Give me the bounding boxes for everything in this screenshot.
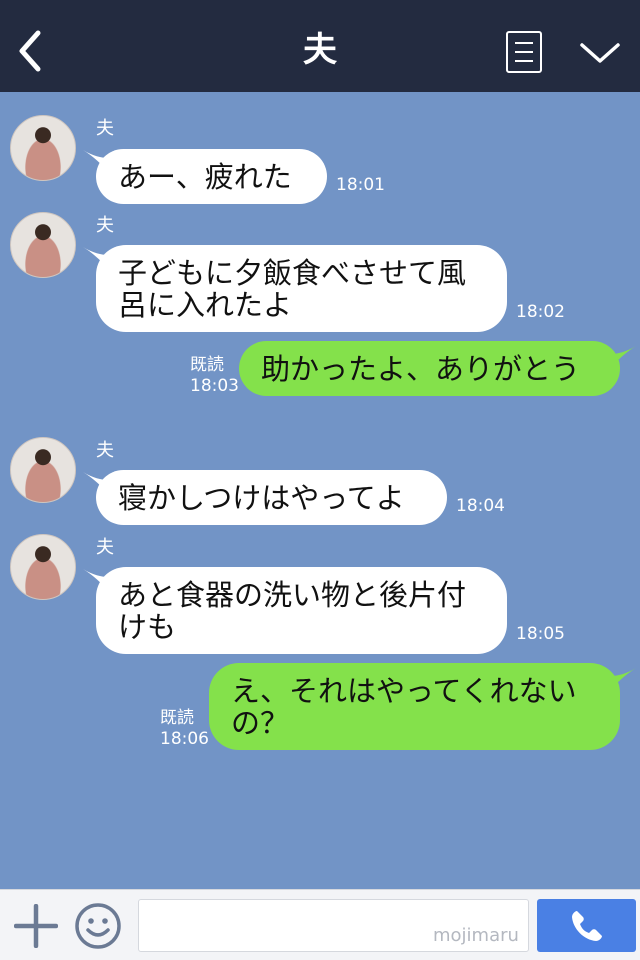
- sender-name: 夫: [96, 215, 114, 236]
- sender-name: 夫: [96, 440, 114, 461]
- message-bubble: 子どもに夕飯食べさせて風 呂に入れたよ: [96, 245, 507, 332]
- read-receipt: 既読 18:06: [160, 708, 209, 750]
- message-bubble: 寝かしつけはやってよ: [96, 470, 447, 525]
- message-text: え、それはやってくれない の？: [231, 673, 577, 740]
- attach-button[interactable]: [13, 903, 59, 949]
- message-bubble: あー、疲れた: [96, 149, 327, 204]
- watermark: mojimaru: [433, 925, 519, 946]
- sender-name: 夫: [96, 118, 114, 139]
- message-text: あと食器の洗い物と後片付 けも: [118, 577, 467, 644]
- message-time: 18:04: [456, 496, 505, 516]
- avatar[interactable]: [10, 437, 76, 503]
- chevron-down-icon: [580, 43, 620, 63]
- read-label: 既読: [160, 708, 194, 728]
- message-text: 子どもに夕飯食べさせて風 呂に入れたよ: [118, 255, 467, 322]
- call-button[interactable]: [537, 899, 636, 952]
- sticker-button[interactable]: [74, 902, 122, 950]
- chat-header: 夫: [0, 0, 640, 92]
- menu-button[interactable]: [506, 31, 542, 73]
- avatar[interactable]: [10, 115, 76, 181]
- collapse-button[interactable]: [578, 36, 622, 70]
- read-label: 既読: [190, 355, 224, 375]
- read-receipt: 既読 18:03: [190, 355, 239, 397]
- message-bubble: え、それはやってくれない の？: [209, 663, 620, 750]
- message-text: 助かったよ、ありがとう: [261, 351, 581, 386]
- message-text: あー、疲れた: [118, 159, 292, 194]
- message-bubble: 助かったよ、ありがとう: [239, 341, 620, 396]
- message-time: 18:03: [190, 376, 239, 396]
- avatar[interactable]: [10, 212, 76, 278]
- menu-list-icon: [515, 42, 533, 44]
- input-bar: [0, 889, 640, 960]
- message-text: 寝かしつけはやってよ: [118, 480, 405, 515]
- message-time: 18:05: [516, 624, 565, 644]
- sender-name: 夫: [96, 537, 114, 558]
- message-bubble: あと食器の洗い物と後片付 けも: [96, 567, 507, 654]
- avatar[interactable]: [10, 534, 76, 600]
- message-time: 18:01: [336, 175, 385, 195]
- smiley-face-icon: [75, 903, 121, 949]
- message-time: 18:06: [160, 729, 209, 749]
- phone-icon: [571, 910, 602, 941]
- plus-icon: [13, 903, 59, 949]
- message-time: 18:02: [516, 302, 565, 322]
- chat-title: 夫: [303, 30, 337, 70]
